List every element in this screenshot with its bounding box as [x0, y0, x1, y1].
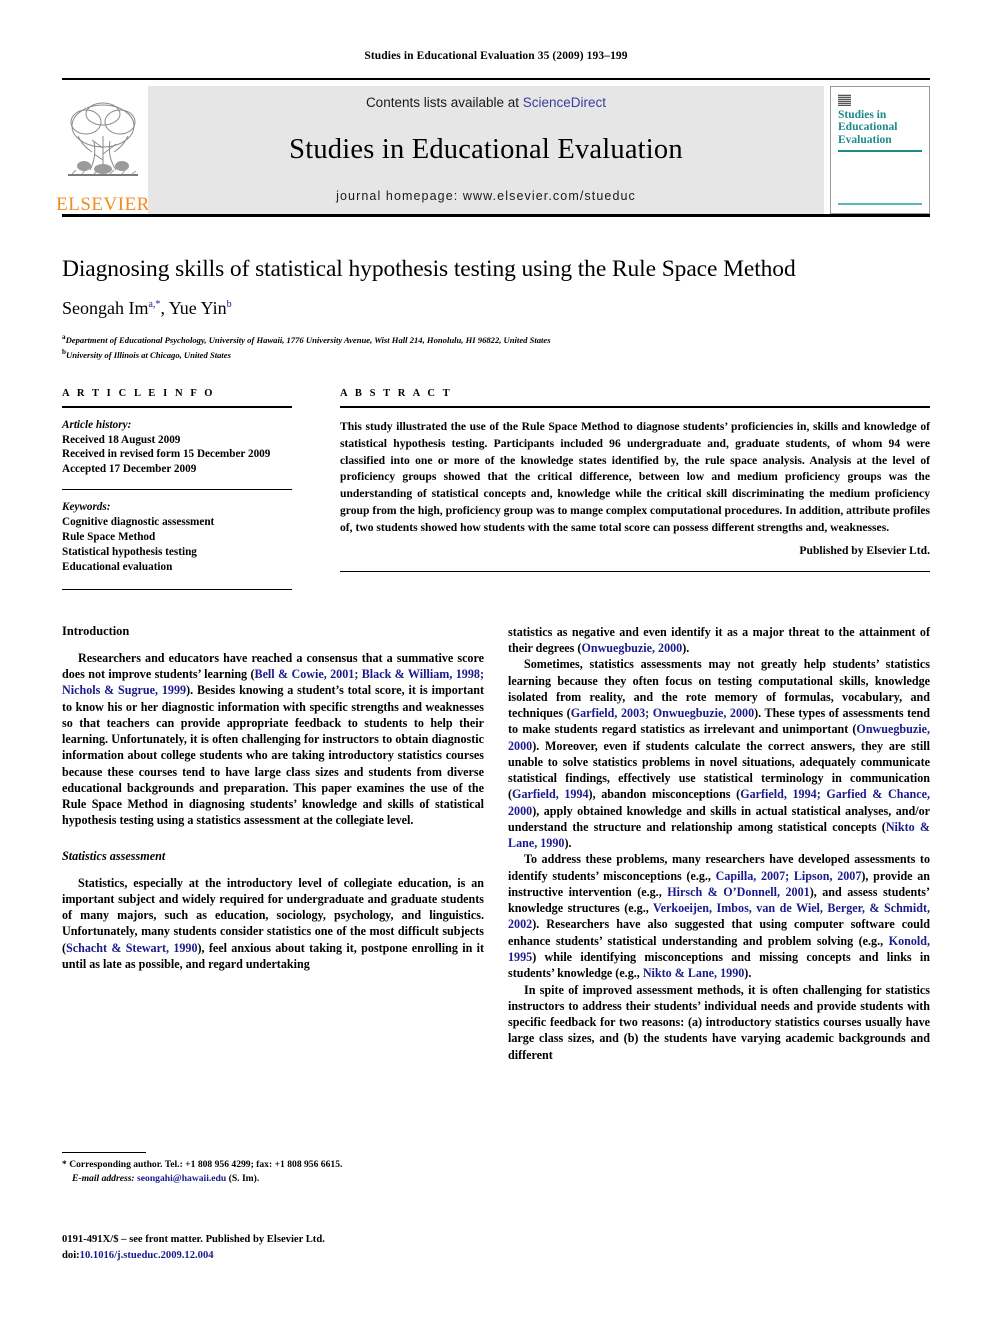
author-marker-2[interactable]: b: [227, 299, 232, 310]
title-block: Diagnosing skills of statistical hypothe…: [62, 255, 930, 362]
email-label: E-mail address:: [72, 1172, 135, 1184]
subsection-heading-statistics-assessment: Statistics assessment: [62, 848, 166, 863]
paragraph-text: ).: [682, 640, 690, 655]
article-history-item: Received 18 August 2009: [62, 433, 181, 446]
journal-cover-thumbnail[interactable]: Studies in Educational Evaluation: [830, 86, 930, 214]
affiliation-a-text: Department of Educational Psychology, Un…: [65, 335, 551, 346]
page-footer: 0191-491X/$ – see front matter. Publishe…: [62, 1232, 582, 1264]
citation-link[interactable]: Schacht & Stewart, 1990: [66, 941, 197, 955]
author-name-2: Yue Yin: [168, 298, 227, 319]
paragraph-text: ).: [744, 966, 752, 981]
cover-divider-bottom: [838, 203, 922, 205]
footnote-zone: * Corresponding author. Tel.: +1 808 956…: [62, 1152, 502, 1186]
author-list: Seongah Ima,*, Yue Yinb: [62, 298, 232, 319]
citation-link[interactable]: Nikto & Lane, 1990: [643, 966, 744, 980]
article-history-item: Received in revised form 15 December 200…: [62, 448, 271, 461]
article-history-label: Article history:: [62, 418, 132, 431]
page-title: Diagnosing skills of statistical hypothe…: [62, 256, 796, 282]
email-link[interactable]: seongahi@hawaii.edu: [137, 1173, 226, 1184]
paragraph-text: ). Researchers have also suggested that …: [508, 917, 930, 948]
affiliation-b-text: University of Illinois at Chicago, Unite…: [65, 349, 231, 360]
abstract-text: This study illustrated the use of the Ru…: [340, 419, 930, 535]
front-matter-line: 0191-491X/$ – see front matter. Publishe…: [62, 1234, 325, 1245]
paragraph-text: statistics as negative and even identify…: [508, 624, 930, 655]
citation-link[interactable]: Onwuegbuzie, 2000: [581, 641, 682, 655]
paragraph: Statistics, especially at the introducto…: [62, 875, 484, 973]
citation-link[interactable]: Garfield, 2003; Onwuegbuzie, 2000: [571, 706, 754, 720]
corresponding-author-footnote: * Corresponding author. Tel.: +1 808 956…: [62, 1158, 502, 1186]
affiliation-b: bUniversity of Illinois at Chicago, Unit…: [62, 347, 930, 362]
keyword-item: Statistical hypothesis testing: [62, 545, 197, 558]
citation-link[interactable]: Garfield, 1994: [512, 787, 589, 801]
paragraph-text: ), apply obtained knowledge and skills i…: [508, 803, 930, 834]
paper-page: Studies in Educational Evaluation 35 (20…: [0, 0, 992, 1323]
citation-link[interactable]: Capilla, 2007; Lipson, 2007: [716, 869, 862, 883]
corresponding-author-text: Corresponding author. Tel.: +1 808 956 4…: [69, 1159, 343, 1170]
masthead-bottom-rule: [62, 214, 930, 217]
journal-title: Studies in Educational Evaluation: [289, 133, 683, 165]
elsevier-logo: ELSEVIER: [56, 86, 149, 214]
keywords-label: Keywords:: [62, 501, 111, 514]
abstract-rule: [340, 405, 930, 408]
elsevier-tree-icon: [68, 102, 138, 176]
journal-masthead: ELSEVIER Contents lists available at Sci…: [56, 78, 930, 214]
paragraph: To address these problems, many research…: [508, 851, 930, 981]
doi-line: doi:10.1016/j.stueduc.2009.12.004: [62, 1248, 582, 1264]
affiliation-list: aDepartment of Educational Psychology, U…: [62, 332, 930, 362]
cover-inner: Studies in Educational Evaluation: [831, 87, 929, 146]
contents-prefix: Contents lists available at: [365, 95, 523, 110]
paragraph-text: ).: [564, 836, 572, 851]
body-column-left: Introduction Researchers and educators h…: [62, 624, 484, 1063]
article-info-bottom-rule: [62, 588, 292, 590]
affiliation-a: aDepartment of Educational Psychology, U…: [62, 332, 930, 347]
running-head: Studies in Educational Evaluation 35 (20…: [364, 50, 628, 62]
keyword-item: Rule Space Method: [62, 531, 156, 544]
info-abstract-block: A R T I C L E I N F O Article history: R…: [62, 388, 930, 590]
email-suffix: (S. Im).: [228, 1172, 260, 1184]
paragraph-text: ). Besides knowing a student’s total sco…: [62, 683, 484, 828]
cover-divider-top: [838, 150, 922, 153]
body-column-right: statistics as negative and even identify…: [508, 624, 930, 1063]
article-info-heading: A R T I C L E I N F O: [62, 387, 216, 399]
abstract-bottom-rule: [340, 571, 930, 573]
article-history-group: Article history: Received 18 August 2009…: [62, 418, 292, 478]
keyword-item: Cognitive diagnostic assessment: [62, 516, 215, 529]
paragraph: Sometimes, statistics assessments may no…: [508, 656, 930, 851]
section-heading-introduction: Introduction: [62, 623, 130, 638]
doi-label: doi:: [62, 1249, 80, 1261]
paragraph: Researchers and educators have reached a…: [62, 650, 484, 829]
article-info-rule: [62, 405, 292, 408]
contents-available-line: Contents lists available at ScienceDirec…: [366, 95, 606, 110]
keyword-item: Educational evaluation: [62, 560, 173, 573]
article-info-column: A R T I C L E I N F O Article history: R…: [62, 388, 292, 590]
abstract-published-by: Published by Elsevier Ltd.: [799, 544, 930, 558]
body-columns: Introduction Researchers and educators h…: [62, 624, 930, 1063]
elsevier-wordmark: ELSEVIER: [56, 194, 150, 215]
author-marker-1[interactable]: a,*: [148, 299, 160, 310]
cover-journal-title: Studies in Educational Evaluation: [838, 109, 898, 146]
masthead-center-panel: Contents lists available at ScienceDirec…: [148, 86, 824, 214]
author-name-1: Seongah Im: [62, 298, 149, 319]
paragraph-text: In spite of improved assessment methods,…: [508, 982, 930, 1062]
sciencedirect-link[interactable]: ScienceDirect: [523, 95, 606, 110]
keywords-group: Keywords: Cognitive diagnostic assessmen…: [62, 500, 292, 574]
footnote-divider: [62, 1152, 146, 1153]
abstract-heading: A B S T R A C T: [340, 387, 453, 399]
abstract-column: A B S T R A C T This study illustrated t…: [340, 388, 930, 590]
paragraph: statistics as negative and even identify…: [508, 624, 930, 657]
article-history-item: Accepted 17 December 2009: [62, 463, 197, 476]
keywords-divider: [62, 489, 292, 491]
footnote-marker: *: [62, 1159, 67, 1170]
citation-link[interactable]: Hirsch & O’Donnell, 2001: [667, 885, 809, 899]
paragraph-text: ), abandon misconceptions (: [588, 787, 741, 802]
doi-link[interactable]: 10.1016/j.stueduc.2009.12.004: [80, 1250, 214, 1261]
cover-mini-image-icon: [838, 94, 851, 106]
paragraph: In spite of improved assessment methods,…: [508, 982, 930, 1063]
journal-homepage-link[interactable]: journal homepage: www.elsevier.com/stued…: [336, 189, 636, 203]
